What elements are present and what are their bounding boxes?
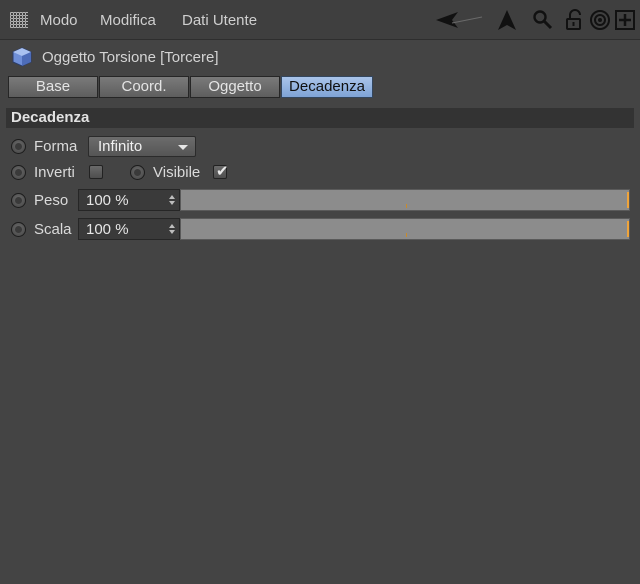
lock-open-icon[interactable]: [564, 9, 586, 31]
tab-bar: Base Coord. Oggetto Decadenza: [8, 76, 376, 98]
visibile-label: Visibile: [153, 164, 201, 181]
peso-slider-midmark: [406, 204, 407, 208]
section-header[interactable]: Decadenza: [6, 108, 634, 128]
peso-value: 100 %: [86, 192, 129, 209]
scala-slider-midmark: [406, 233, 407, 237]
tab-decadenza[interactable]: Decadenza: [281, 76, 373, 98]
tab-coord[interactable]: Coord.: [99, 76, 189, 98]
forma-dropdown[interactable]: Infinito: [88, 136, 196, 157]
scala-input[interactable]: 100 %: [78, 218, 180, 240]
scala-value: 100 %: [86, 221, 129, 238]
inverti-animate-radio[interactable]: [11, 165, 26, 180]
peso-slider[interactable]: [180, 189, 630, 211]
object-title: Oggetto Torsione [Torcere]: [42, 49, 219, 66]
chevron-down-icon: [178, 145, 188, 150]
scala-slider[interactable]: [180, 218, 630, 240]
twist-object-icon: [12, 47, 32, 67]
tab-base[interactable]: Base: [8, 76, 98, 98]
search-icon[interactable]: [532, 9, 554, 31]
arrow-left-icon[interactable]: [434, 9, 484, 31]
peso-animate-radio[interactable]: [11, 193, 26, 208]
target-icon[interactable]: [589, 9, 611, 31]
scala-label: Scala: [34, 221, 72, 238]
panel-grip-icon[interactable]: [10, 12, 28, 28]
scala-slider-handle[interactable]: [627, 221, 629, 237]
stepper-icon[interactable]: [169, 194, 175, 206]
peso-label: Peso: [34, 192, 69, 209]
stepper-icon[interactable]: [169, 223, 175, 235]
peso-slider-handle[interactable]: [627, 192, 629, 208]
object-header: Oggetto Torsione [Torcere]: [10, 46, 630, 68]
checkmark-icon: ✔: [216, 163, 229, 180]
inverti-checkbox[interactable]: [89, 165, 103, 179]
scala-animate-radio[interactable]: [11, 222, 26, 237]
peso-slider-fill: [181, 190, 629, 210]
menu-dati-utente[interactable]: Dati Utente: [182, 12, 257, 30]
cursor-icon[interactable]: [496, 9, 518, 31]
visibile-animate-radio[interactable]: [130, 165, 145, 180]
inverti-label: Inverti: [34, 164, 75, 181]
menu-modo[interactable]: Modo: [40, 12, 78, 30]
forma-animate-radio[interactable]: [11, 139, 26, 154]
forma-label: Forma: [34, 138, 78, 155]
visibile-checkbox[interactable]: ✔: [213, 163, 229, 180]
forma-value: Infinito: [98, 138, 143, 155]
scala-slider-fill: [181, 219, 629, 239]
menubar: Modo Modifica Dati Utente: [0, 0, 640, 40]
tab-oggetto[interactable]: Oggetto: [190, 76, 280, 98]
new-panel-icon[interactable]: [614, 9, 636, 31]
menu-modifica[interactable]: Modifica: [100, 12, 156, 30]
peso-input[interactable]: 100 %: [78, 189, 180, 211]
